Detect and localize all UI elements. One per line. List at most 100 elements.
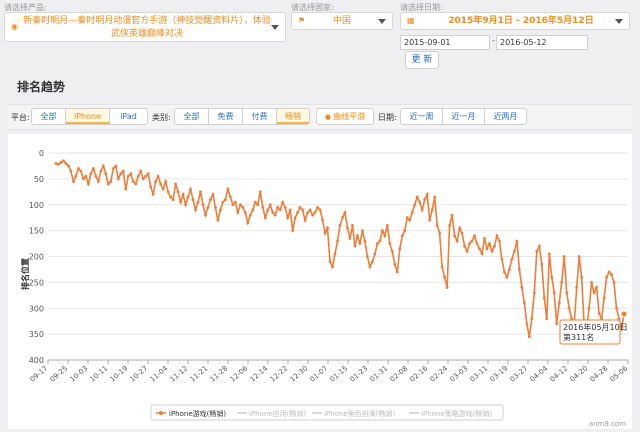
data-point[interactable] [346, 226, 349, 230]
data-point[interactable] [555, 322, 559, 326]
data-point[interactable] [221, 200, 225, 204]
data-point[interactable] [510, 257, 514, 261]
data-point[interactable] [592, 291, 596, 295]
data-point[interactable] [366, 255, 369, 258]
data-point[interactable] [169, 195, 172, 199]
data-point[interactable] [231, 203, 235, 207]
data-point[interactable] [256, 203, 260, 207]
data-point[interactable] [363, 239, 367, 243]
data-point[interactable] [453, 234, 456, 238]
data-point[interactable] [400, 234, 404, 238]
data-point[interactable] [211, 193, 215, 196]
data-point[interactable] [587, 306, 591, 310]
data-point[interactable] [468, 242, 471, 245]
data-point[interactable] [114, 164, 118, 168]
data-point[interactable] [251, 208, 255, 212]
data-point[interactable] [156, 174, 160, 178]
data-point[interactable] [57, 162, 60, 166]
data-point[interactable] [490, 249, 494, 253]
data-point[interactable] [508, 268, 511, 271]
data-point[interactable] [368, 265, 372, 269]
data-point[interactable] [358, 242, 362, 245]
start-date-input[interactable]: 2015-09-01 [400, 35, 490, 50]
country-select[interactable]: ⚑ 中国 [291, 12, 393, 30]
data-point[interactable] [607, 270, 611, 274]
data-point[interactable] [321, 218, 324, 222]
data-point[interactable] [343, 211, 347, 214]
data-point[interactable] [535, 249, 539, 253]
data-point[interactable] [69, 169, 73, 173]
data-point[interactable] [505, 275, 509, 279]
data-point[interactable] [375, 242, 379, 245]
data-point[interactable] [503, 270, 506, 274]
data-point[interactable] [405, 216, 409, 220]
data-point[interactable] [144, 174, 148, 178]
data-point[interactable] [351, 224, 354, 227]
data-point[interactable] [348, 236, 352, 240]
data-point[interactable] [104, 172, 108, 176]
data-point[interactable] [91, 167, 95, 170]
data-point[interactable] [308, 208, 312, 212]
data-point[interactable] [500, 257, 504, 261]
data-point[interactable] [415, 195, 419, 199]
data-point[interactable] [361, 229, 364, 233]
data-point[interactable] [298, 205, 302, 209]
data-point[interactable] [86, 182, 90, 186]
data-point[interactable] [94, 174, 98, 178]
data-point[interactable] [473, 234, 476, 238]
data-point[interactable] [450, 213, 454, 217]
data-point[interactable] [605, 275, 608, 279]
data-point[interactable] [106, 182, 110, 186]
data-point[interactable] [228, 195, 232, 199]
data-point[interactable] [209, 198, 212, 201]
data-point[interactable] [311, 213, 314, 217]
data-point[interactable] [383, 234, 387, 238]
data-point[interactable] [206, 205, 210, 209]
data-point[interactable] [101, 164, 105, 168]
data-point[interactable] [530, 317, 534, 320]
data-point[interactable] [313, 211, 317, 214]
data-point[interactable] [258, 190, 262, 194]
data-point[interactable] [283, 205, 287, 209]
data-point[interactable] [171, 198, 175, 201]
data-point[interactable] [296, 211, 300, 214]
data-point[interactable] [545, 317, 549, 320]
data-point[interactable] [562, 255, 566, 258]
data-point[interactable] [590, 280, 594, 284]
data-point[interactable] [316, 205, 319, 209]
data-point[interactable] [575, 286, 579, 289]
data-point[interactable] [478, 247, 481, 251]
data-point[interactable] [224, 198, 227, 201]
data-point[interactable] [420, 208, 424, 212]
data-point[interactable] [191, 198, 195, 201]
data-point[interactable] [515, 239, 519, 243]
date-range-select[interactable]: ▦ 2015年9月1日 - 2016年5月12日 [400, 12, 630, 30]
data-point[interactable] [388, 242, 392, 245]
data-point[interactable] [527, 335, 531, 339]
data-point[interactable] [161, 187, 165, 191]
data-point[interactable] [540, 262, 544, 266]
data-point[interactable] [248, 213, 252, 217]
data-point[interactable] [390, 249, 394, 253]
data-point[interactable] [615, 306, 618, 310]
platform-tab-iphone[interactable]: iPhone [66, 109, 110, 124]
data-point[interactable] [326, 226, 329, 230]
end-date-input[interactable]: 2016-05-12 [496, 35, 588, 50]
data-point[interactable] [580, 275, 584, 279]
data-point[interactable] [425, 193, 429, 196]
data-point[interactable] [241, 205, 245, 209]
data-point[interactable] [597, 312, 601, 315]
data-point[interactable] [565, 291, 569, 295]
data-point[interactable] [525, 322, 529, 326]
data-point[interactable] [291, 229, 295, 233]
data-point[interactable] [139, 169, 143, 173]
data-point[interactable] [154, 180, 158, 183]
data-point[interactable] [331, 265, 334, 269]
product-select[interactable]: ◉ 新秦时明月—秦时明月动漫官方手游（神技觉醒资料片），体验武侠英雄巅峰对决 [4, 12, 286, 42]
data-point[interactable] [306, 211, 310, 214]
category-tab-grossing[interactable]: 畅销 [277, 109, 309, 124]
data-point[interactable] [460, 231, 464, 235]
data-point[interactable] [119, 172, 123, 176]
data-point[interactable] [67, 164, 70, 168]
data-point[interactable] [338, 224, 342, 227]
